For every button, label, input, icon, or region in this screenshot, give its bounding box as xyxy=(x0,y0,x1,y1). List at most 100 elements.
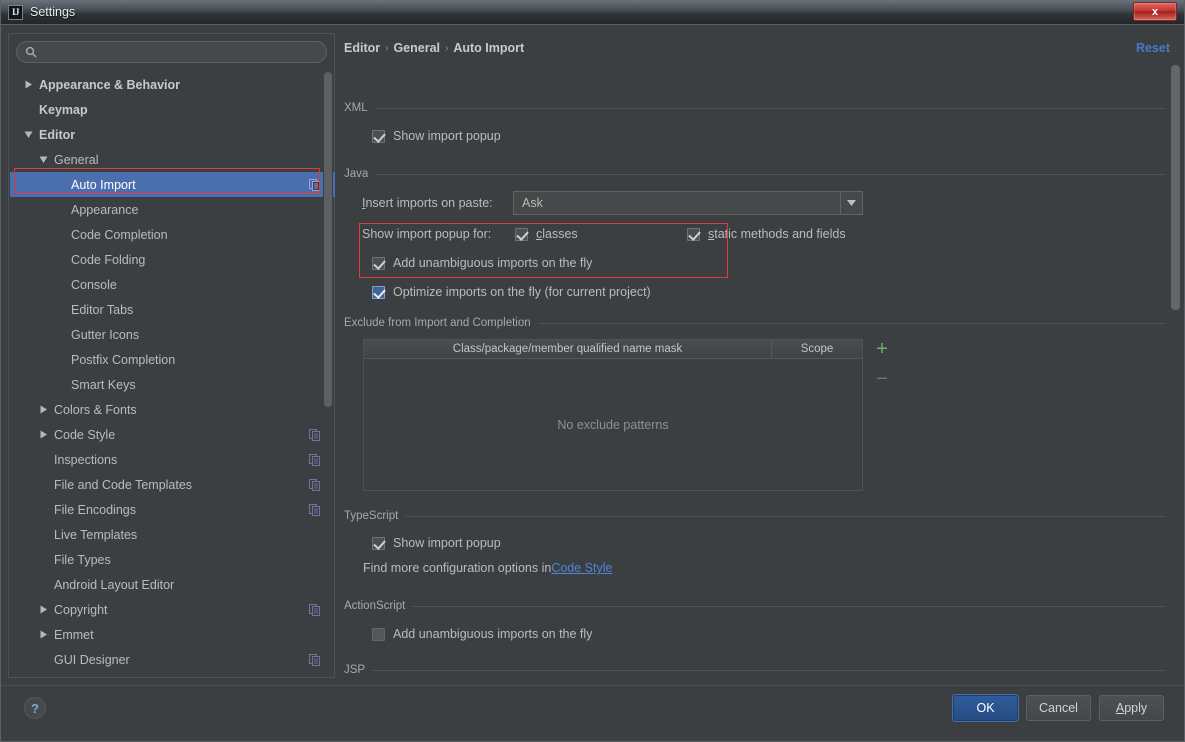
java-optimize-imports-row[interactable]: Optimize imports on the fly (for current… xyxy=(372,285,651,299)
typescript-hint-row: Find more configuration options in Code … xyxy=(363,561,612,575)
chevron-down-icon[interactable] xyxy=(840,192,862,214)
typescript-show-import-popup-checkbox[interactable] xyxy=(372,536,385,550)
panel-scrollbar-thumb[interactable] xyxy=(1171,65,1180,310)
chevron-right-icon[interactable] xyxy=(39,430,48,439)
section-xml-label: XML xyxy=(344,102,368,114)
chevron-right-icon[interactable] xyxy=(24,80,33,89)
sidebar-item-code-style[interactable]: Code Style xyxy=(10,422,335,447)
sidebar-item-file-encodings[interactable]: File Encodings xyxy=(10,497,335,522)
xml-show-import-popup-row[interactable]: Show import popup xyxy=(372,129,501,143)
java-add-unambiguous-row[interactable]: Add unambiguous imports on the fly xyxy=(372,256,592,270)
breadcrumb-general[interactable]: General xyxy=(393,41,440,55)
chevron-down-icon[interactable] xyxy=(39,155,48,164)
chevron-down-icon[interactable] xyxy=(24,130,33,139)
java-classes-row[interactable]: classes xyxy=(515,227,578,241)
sidebar-item-colors-fonts[interactable]: Colors & Fonts xyxy=(10,397,335,422)
help-icon[interactable]: ? xyxy=(24,697,46,719)
apply-label-rest: pply xyxy=(1124,701,1148,715)
close-icon[interactable]: x xyxy=(1133,2,1177,21)
show-import-popup-for-label: Show import popup for: xyxy=(362,227,492,241)
java-static-methods-checkbox[interactable] xyxy=(687,227,700,241)
sidebar-item-appearance[interactable]: Appearance xyxy=(10,197,335,222)
copy-settings-icon[interactable] xyxy=(309,453,321,466)
sidebar-item-emmet[interactable]: Emmet xyxy=(10,622,335,647)
sidebar-item-editor-tabs[interactable]: Editor Tabs xyxy=(10,297,335,322)
sidebar-item-copyright[interactable]: Copyright xyxy=(10,597,335,622)
sidebar-item-live-templates[interactable]: Live Templates xyxy=(10,522,335,547)
sidebar-scrollbar[interactable] xyxy=(323,72,333,677)
copy-settings-icon[interactable] xyxy=(309,428,321,441)
sidebar-item-gui-designer[interactable]: GUI Designer xyxy=(10,647,335,672)
breadcrumb-editor[interactable]: Editor xyxy=(344,41,380,55)
sidebar-item-android-layout-editor[interactable]: Android Layout Editor xyxy=(10,572,335,597)
sidebar-item-inspections[interactable]: Inspections xyxy=(10,447,335,472)
ok-button[interactable]: OK xyxy=(953,695,1018,721)
dialog-content: Appearance & Behavior Keymap Editor General… xyxy=(0,24,1185,685)
sidebar-item-label: File Encodings xyxy=(54,502,136,517)
typescript-show-import-popup-row[interactable]: Show import popup xyxy=(372,536,501,550)
sidebar-item-label: Emmet xyxy=(54,627,94,642)
java-optimize-imports-checkbox[interactable] xyxy=(372,285,385,299)
remove-pattern-button[interactable]: − xyxy=(872,369,892,389)
chevron-right-icon[interactable] xyxy=(39,605,48,614)
breadcrumb-auto-import: Auto Import xyxy=(453,41,525,55)
sidebar-item-console[interactable]: Console xyxy=(10,272,335,297)
apply-button[interactable]: Apply xyxy=(1099,695,1164,721)
copy-settings-icon[interactable] xyxy=(309,653,321,666)
sidebar-item-appearance-behavior[interactable]: Appearance & Behavior xyxy=(10,72,335,97)
java-classes-label: classes xyxy=(536,227,578,241)
sidebar-item-editor[interactable]: Editor xyxy=(10,122,335,147)
sidebar-item-file-types[interactable]: File Types xyxy=(10,547,335,572)
copy-settings-icon[interactable] xyxy=(309,478,321,491)
search-input[interactable] xyxy=(42,45,316,59)
sidebar-item-auto-import[interactable]: Auto Import xyxy=(10,172,335,197)
column-header-scope[interactable]: Scope xyxy=(772,340,862,359)
java-classes-label-rest: lasses xyxy=(542,227,578,241)
java-static-methods-row[interactable]: static methods and fields xyxy=(687,227,846,241)
search-field[interactable] xyxy=(16,41,327,63)
section-xml: XML xyxy=(344,102,1166,114)
java-add-unambiguous-checkbox[interactable] xyxy=(372,256,385,270)
typescript-hint-prefix: Find more configuration options in xyxy=(363,561,552,575)
settings-tree: Appearance & Behavior Keymap Editor General… xyxy=(10,72,335,677)
minus-icon: − xyxy=(876,368,888,390)
copy-settings-icon[interactable] xyxy=(309,503,321,516)
java-optimize-imports-label: Optimize imports on the fly (for current… xyxy=(393,285,651,299)
copy-settings-icon[interactable] xyxy=(309,178,321,191)
section-actionscript: ActionScript xyxy=(344,600,1166,612)
sidebar-item-smart-keys[interactable]: Smart Keys xyxy=(10,372,335,397)
intellij-logo-icon: IJ xyxy=(8,4,23,20)
chevron-right-icon[interactable] xyxy=(39,630,48,639)
copy-settings-icon[interactable] xyxy=(309,603,321,616)
add-pattern-button[interactable]: + xyxy=(872,339,892,359)
panel-scrollbar[interactable] xyxy=(1170,65,1181,677)
sidebar-item-postfix-completion[interactable]: Postfix Completion xyxy=(10,347,335,372)
sidebar-scrollbar-thumb[interactable] xyxy=(324,72,332,407)
apply-mnemonic: A xyxy=(1115,701,1125,715)
sidebar-item-code-folding[interactable]: Code Folding xyxy=(10,247,335,272)
sidebar-item-code-completion[interactable]: Code Completion xyxy=(10,222,335,247)
code-style-link[interactable]: Code Style xyxy=(551,561,612,575)
insert-imports-on-paste-combobox[interactable]: Ask xyxy=(513,191,863,215)
java-classes-checkbox[interactable] xyxy=(515,227,528,241)
xml-show-import-popup-checkbox[interactable] xyxy=(372,129,385,143)
sidebar-item-keymap[interactable]: Keymap xyxy=(10,97,335,122)
plus-icon: + xyxy=(876,338,888,360)
sidebar-item-gutter-icons[interactable]: Gutter Icons xyxy=(10,322,335,347)
column-header-mask[interactable]: Class/package/member qualified name mask xyxy=(364,339,772,359)
reset-link[interactable]: Reset xyxy=(1136,41,1170,55)
chevron-right-icon[interactable] xyxy=(39,405,48,414)
sidebar-item-label: Android Layout Editor xyxy=(54,577,175,592)
actionscript-add-unambiguous-label: Add unambiguous imports on the fly xyxy=(393,627,593,641)
actionscript-add-unambiguous-checkbox[interactable] xyxy=(372,627,385,641)
sidebar-item-file-and-code-templates[interactable]: File and Code Templates xyxy=(10,472,335,497)
java-static-methods-label-rest: tatic methods and fields xyxy=(714,227,846,241)
actionscript-add-unambiguous-row[interactable]: Add unambiguous imports on the fly xyxy=(372,627,592,641)
sidebar-item-general[interactable]: General xyxy=(10,147,335,172)
titlebar-left-group: IJ Settings xyxy=(0,0,75,24)
sidebar-item-label: Copyright xyxy=(54,602,108,617)
cancel-button[interactable]: Cancel xyxy=(1026,695,1091,721)
sidebar-item-label: Editor xyxy=(39,127,76,142)
exclude-patterns-table[interactable]: Class/package/member qualified name mask… xyxy=(363,339,863,491)
settings-dialog-window: IJ Settings x Appearance & Behavior Keyma… xyxy=(0,0,1185,742)
